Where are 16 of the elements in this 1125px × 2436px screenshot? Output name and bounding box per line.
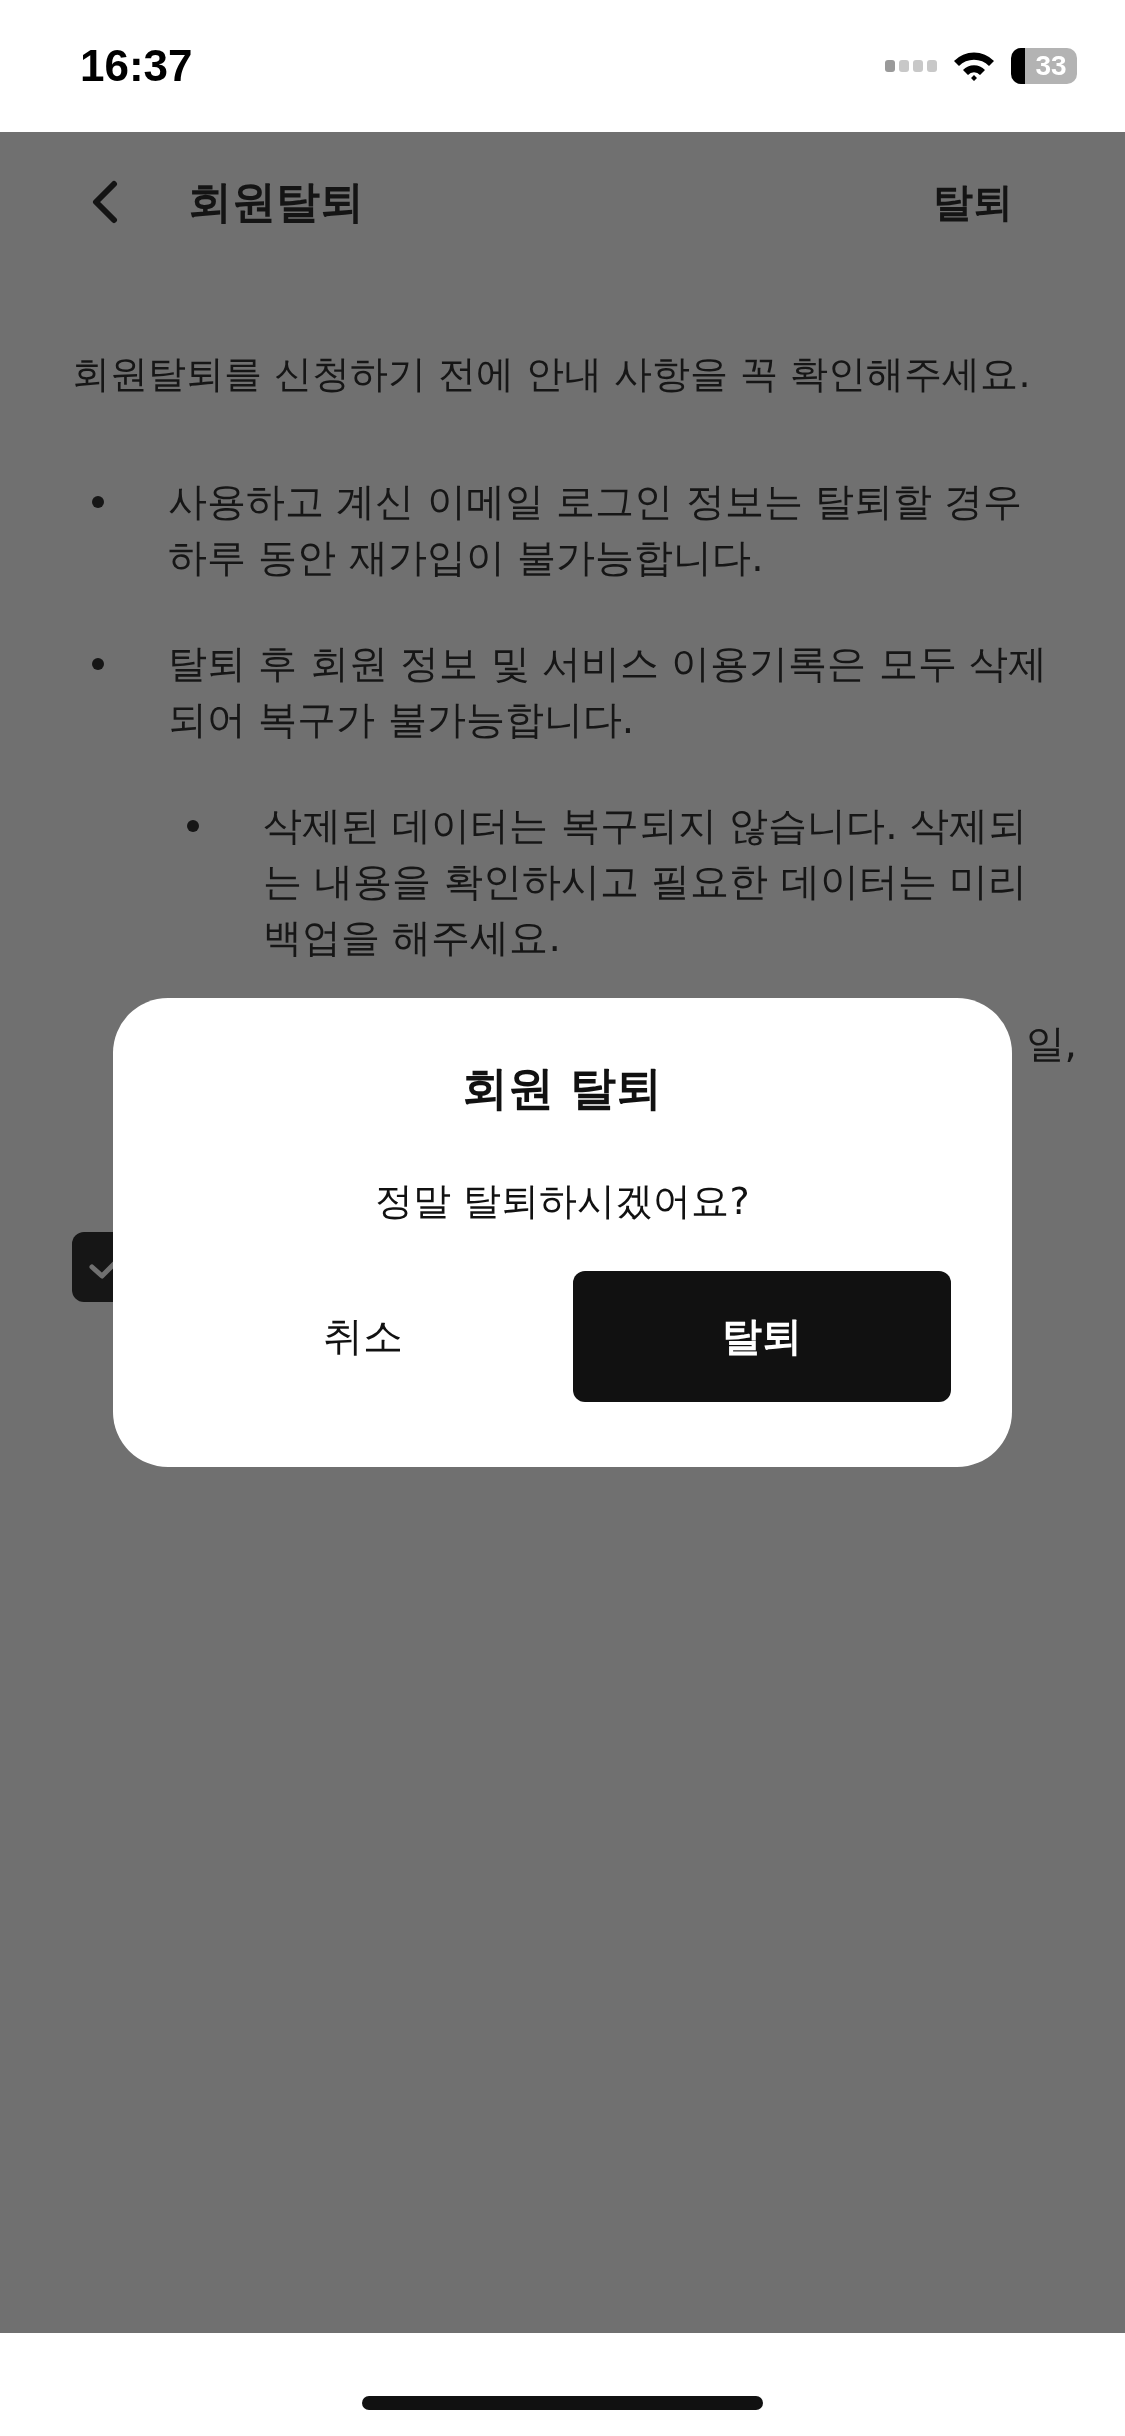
bullet-icon: [187, 820, 199, 832]
notice-text: 삭제된 데이터는 복구되지 않습니다. 삭제되는 내용을 확인하시고 필요한 데이터는 미리 백업을 해주세요.: [263, 802, 1028, 962]
status-time: 16:37: [80, 41, 193, 91]
dialog-message: 정말 탈퇴하시겠어요?: [375, 1178, 750, 1225]
bullet-icon: [92, 658, 104, 670]
dialog-title: 회원 탈퇴: [462, 1060, 663, 1117]
bullet-icon: [92, 496, 104, 508]
page-title: 회원탈퇴: [188, 174, 365, 229]
notice-text: 일,: [1024, 1020, 1077, 1068]
notice-text: 사용하고 계신 이메일 로그인 정보는 탈퇴할 경우 하루 동안 재가입이 불가능합니다.: [168, 478, 1024, 582]
confirm-button[interactable]: 탈퇴: [572, 1271, 951, 1402]
battery-icon: 33: [1011, 48, 1077, 84]
withdraw-action[interactable]: 탈퇴: [933, 174, 1013, 230]
signal-icon: [885, 59, 937, 73]
intro-text: 회원탈퇴를 신청하기 전에 안내 사항을 꼭 확인해주세요.: [72, 351, 1032, 398]
notice-text: 탈퇴 후 회원 정보 및 서비스 이용기록은 모두 삭제되어 복구가 불가능합니다.: [168, 640, 1049, 744]
